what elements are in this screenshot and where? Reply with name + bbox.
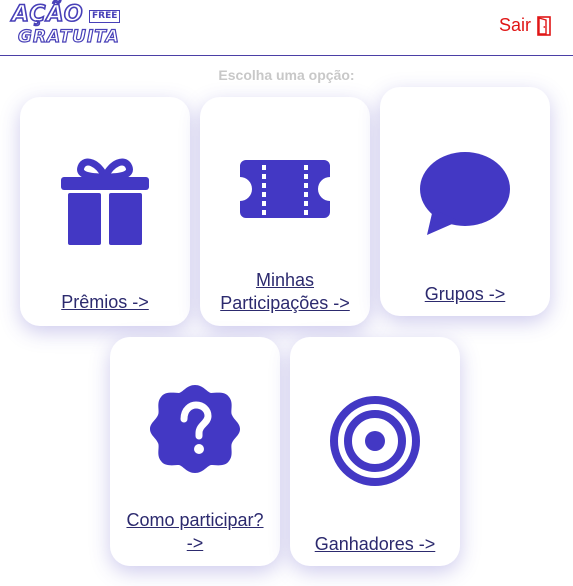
choose-option-prompt: Escolha uma opção: xyxy=(218,67,355,83)
gift-icon xyxy=(20,155,190,247)
logo-title: AÇÃO xyxy=(11,1,84,28)
logout-label: Sair xyxy=(498,15,531,35)
card-label-line2: -> xyxy=(186,533,204,553)
card-label[interactable]: Grupos -> xyxy=(380,283,550,306)
top-bar: AÇÃO FREE GRATUITA Sair xyxy=(0,0,573,56)
card-grupos[interactable]: Grupos -> xyxy=(380,87,550,316)
card-label-line1: Minhas xyxy=(255,270,315,290)
chat-bubble-icon xyxy=(380,151,550,237)
card-label[interactable]: Ganhadores -> xyxy=(290,533,460,556)
card-como-participar[interactable]: Como participar? -> xyxy=(110,337,280,566)
question-badge-icon xyxy=(110,383,280,475)
logo[interactable]: AÇÃO FREE GRATUITA xyxy=(11,1,124,50)
card-label-line2: Participações -> xyxy=(220,293,350,313)
card-premios[interactable]: Prêmios -> xyxy=(20,97,190,326)
logo-badge: FREE xyxy=(89,10,121,23)
ticket-icon xyxy=(200,159,370,219)
exit-door-icon xyxy=(537,15,551,36)
target-icon xyxy=(290,395,460,487)
card-label[interactable]: Minhas Participações -> xyxy=(200,269,370,315)
card-label-line1: Como participar? xyxy=(126,510,264,530)
card-label[interactable]: Prêmios -> xyxy=(20,291,190,314)
card-label[interactable]: Como participar? -> xyxy=(110,509,280,555)
card-minhas-participacoes[interactable]: Minhas Participações -> xyxy=(200,97,370,326)
logo-subtitle: GRATUITA xyxy=(17,26,120,47)
logout-button[interactable]: Sair xyxy=(499,15,551,36)
card-ganhadores[interactable]: Ganhadores -> xyxy=(290,337,460,566)
